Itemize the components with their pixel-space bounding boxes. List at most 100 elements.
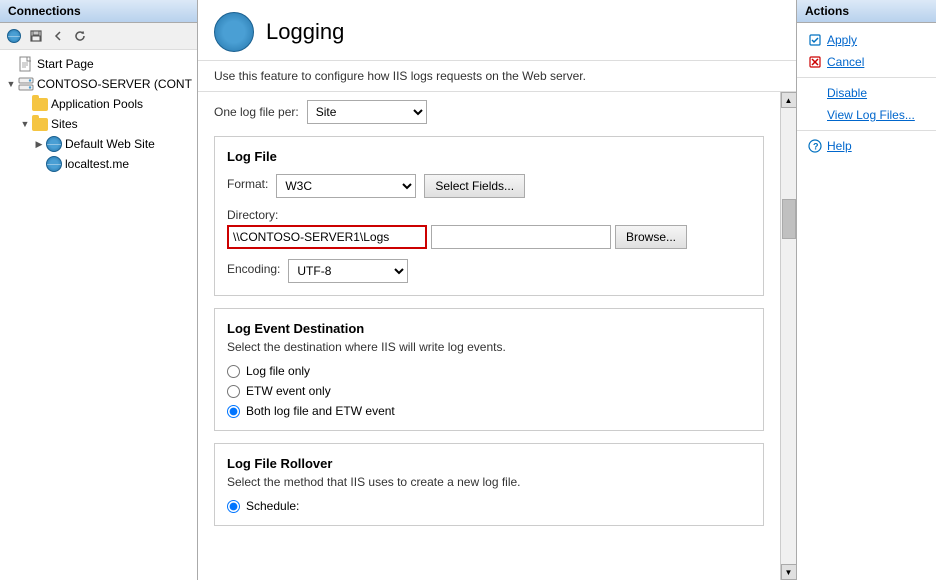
tree-item-application-pools[interactable]: Application Pools — [0, 94, 197, 114]
cancel-label: Cancel — [827, 55, 864, 69]
radio-etw-event-only[interactable]: ETW event only — [227, 384, 751, 398]
help-label: Help — [827, 139, 852, 153]
format-select[interactable]: W3C IIS NCSA Custom — [276, 174, 416, 198]
tree-label-default-web-site: Default Web Site — [65, 137, 155, 151]
tree-expander-app-pools[interactable] — [18, 97, 32, 111]
tree-label-start-page: Start Page — [37, 57, 94, 71]
globe-icon-localtest-me — [46, 156, 62, 172]
log-file-rollover-desc: Select the method that IIS uses to creat… — [227, 475, 751, 489]
one-log-per-row: One log file per: Site Server W3C Site — [214, 100, 764, 124]
log-file-section: Log File Format: W3C IIS NCSA Custom Sel… — [214, 136, 764, 296]
tree-expander-start-page[interactable] — [4, 57, 18, 71]
log-event-destination-section: Log Event Destination Select the destina… — [214, 308, 764, 431]
log-event-destination-desc: Select the destination where IIS will wr… — [227, 340, 751, 354]
scrollbar-thumb[interactable] — [782, 199, 796, 239]
tree-expander-sites[interactable]: ▼ — [18, 117, 32, 131]
toolbar-refresh-btn[interactable] — [70, 26, 90, 46]
apply-label: Apply — [827, 33, 857, 47]
toolbar-globe-btn[interactable] — [4, 26, 24, 46]
connections-panel: Connections Start Page ▼ — [0, 0, 198, 580]
one-log-per-select[interactable]: Site Server W3C Site — [307, 100, 427, 124]
directory-section: Directory: Browse... — [227, 208, 751, 249]
content-scroll-area: One log file per: Site Server W3C Site L… — [198, 92, 780, 580]
actions-divider-1 — [797, 77, 936, 78]
tree-item-localtest-me[interactable]: localtest.me — [0, 154, 197, 174]
actions-panel: Actions Apply Cancel — [796, 0, 936, 580]
tree-item-contoso-server[interactable]: ▼ CONTOSO-SERVER (CONT — [0, 74, 197, 94]
toolbar-back-btn[interactable] — [48, 26, 68, 46]
radio-both-log-etw[interactable]: Both log file and ETW event — [227, 404, 751, 418]
actions-list: Apply Cancel Disable View Log Files... — [797, 23, 936, 163]
radio-log-file-only-input[interactable] — [227, 365, 240, 378]
content-body: One log file per: Site Server W3C Site L… — [198, 92, 796, 580]
toolbar-save-btn[interactable] — [26, 26, 46, 46]
tree-label-sites: Sites — [51, 117, 78, 131]
radio-log-file-only-label: Log file only — [246, 364, 310, 378]
apply-action[interactable]: Apply — [797, 29, 936, 51]
tree-expander-default-web-site[interactable]: ▶ — [32, 137, 46, 151]
one-log-per-label: One log file per: — [214, 105, 299, 119]
radio-schedule[interactable]: Schedule: — [227, 499, 751, 513]
tree-expander-contoso-server[interactable]: ▼ — [4, 77, 18, 91]
globe-icon-default-web-site — [46, 136, 62, 152]
directory-label: Directory: — [227, 208, 751, 222]
content-header: Logging — [198, 0, 796, 61]
log-event-destination-options: Log file only ETW event only Both log fi… — [227, 364, 751, 418]
folder-icon-app-pools — [32, 96, 48, 112]
radio-etw-event-only-input[interactable] — [227, 385, 240, 398]
view-log-files-label: View Log Files... — [827, 108, 915, 122]
disable-label: Disable — [827, 86, 867, 100]
scrollbar-track[interactable] — [781, 108, 796, 564]
help-action[interactable]: ? Help — [797, 135, 936, 157]
radio-both-log-etw-label: Both log file and ETW event — [246, 404, 395, 418]
format-label: Format: — [227, 177, 268, 191]
content-scrollbar[interactable]: ▲ ▼ — [780, 92, 796, 580]
log-file-rollover-title: Log File Rollover — [227, 456, 751, 471]
disable-icon — [807, 85, 823, 101]
radio-etw-event-only-label: ETW event only — [246, 384, 331, 398]
cancel-action[interactable]: Cancel — [797, 51, 936, 73]
log-file-title: Log File — [227, 149, 751, 164]
directory-row: Browse... — [227, 225, 751, 249]
select-fields-button[interactable]: Select Fields... — [424, 174, 525, 198]
tree-item-start-page[interactable]: Start Page — [0, 54, 197, 74]
actions-divider-2 — [797, 130, 936, 131]
directory-input-secondary[interactable] — [431, 225, 611, 249]
content-description: Use this feature to configure how IIS lo… — [198, 61, 796, 92]
radio-log-file-only[interactable]: Log file only — [227, 364, 751, 378]
radio-schedule-input[interactable] — [227, 500, 240, 513]
tree-view: Start Page ▼ CONTOSO-SERVER (CONT — [0, 50, 197, 580]
folder-icon-sites — [32, 116, 48, 132]
cancel-icon — [807, 54, 823, 70]
connections-header: Connections — [0, 0, 197, 23]
tree-label-contoso-server: CONTOSO-SERVER (CONT — [37, 77, 192, 91]
logging-icon — [214, 12, 254, 52]
connections-header-label: Connections — [8, 4, 81, 18]
browse-button[interactable]: Browse... — [615, 225, 687, 249]
log-event-destination-title: Log Event Destination — [227, 321, 751, 336]
page-icon — [18, 56, 34, 72]
apply-icon — [807, 32, 823, 48]
view-log-files-action[interactable]: View Log Files... — [797, 104, 936, 126]
main-content: Logging Use this feature to configure ho… — [198, 0, 796, 580]
scrollbar-up-btn[interactable]: ▲ — [781, 92, 797, 108]
actions-header: Actions — [797, 0, 936, 23]
log-file-rollover-section: Log File Rollover Select the method that… — [214, 443, 764, 526]
svg-text:?: ? — [813, 142, 819, 152]
tree-expander-localtest-me[interactable] — [32, 157, 46, 171]
connections-toolbar — [0, 23, 197, 50]
tree-item-default-web-site[interactable]: ▶ Default Web Site — [0, 134, 197, 154]
help-icon: ? — [807, 138, 823, 154]
view-log-files-icon — [807, 107, 823, 123]
disable-action[interactable]: Disable — [797, 82, 936, 104]
scrollbar-down-btn[interactable]: ▼ — [781, 564, 797, 580]
log-file-rollover-options: Schedule: — [227, 499, 751, 513]
tree-label-localtest-me: localtest.me — [65, 157, 129, 171]
radio-schedule-label: Schedule: — [246, 499, 299, 513]
directory-input-primary[interactable] — [227, 225, 427, 249]
radio-both-log-etw-input[interactable] — [227, 405, 240, 418]
encoding-select[interactable]: UTF-8 ANSI — [288, 259, 408, 283]
encoding-label: Encoding: — [227, 262, 280, 276]
tree-item-sites[interactable]: ▼ Sites — [0, 114, 197, 134]
encoding-row: Encoding: UTF-8 ANSI — [227, 259, 751, 283]
